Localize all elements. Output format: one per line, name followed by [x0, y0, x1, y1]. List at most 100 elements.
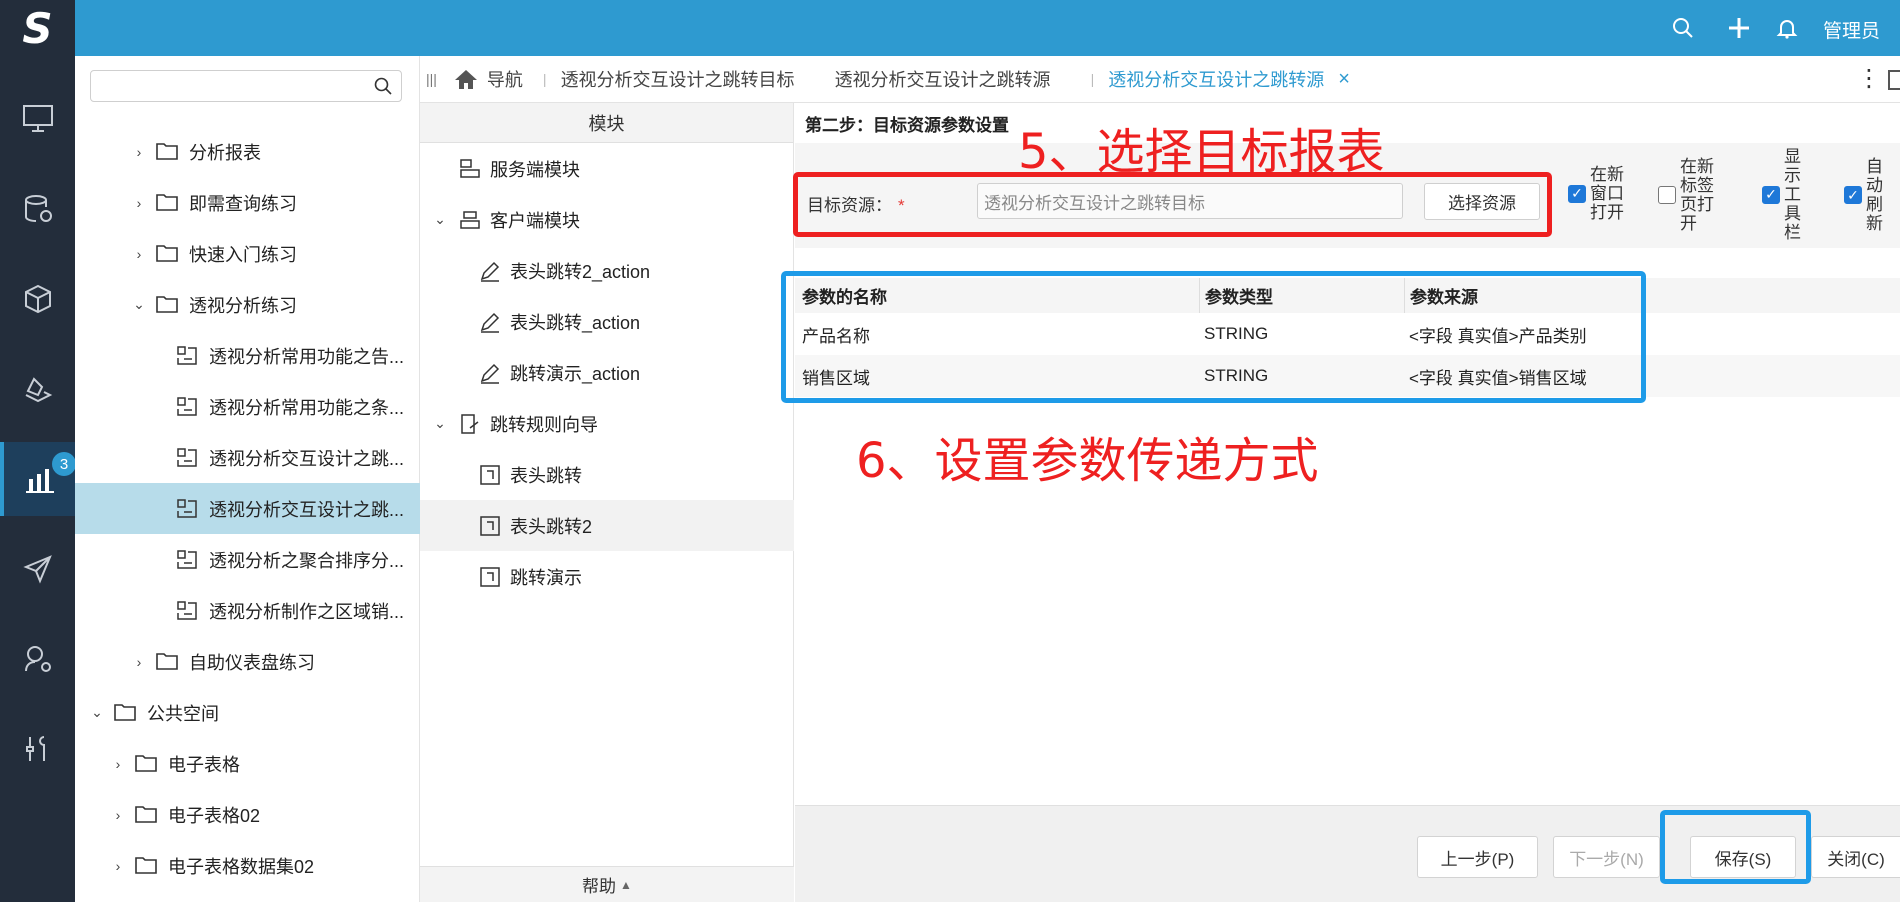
tab-bar: ||| 导航 | 透视分析交互设计之跳转目标 透视分析交互设计之跳转源 | 透视…	[420, 56, 1900, 103]
cube-icon[interactable]	[0, 262, 75, 336]
option-auto-refresh[interactable]: ✓ 自动刷新	[1844, 157, 1886, 233]
module-item[interactable]: 服务端模块	[420, 143, 794, 194]
tab-jump-source[interactable]: 透视分析交互设计之跳转源	[835, 66, 1051, 92]
tree-item-report[interactable]: 透视分析常用功能之条...	[75, 381, 420, 432]
module-item[interactable]: 跳转演示	[420, 551, 794, 602]
report-icon	[175, 548, 199, 572]
tree-item-folder[interactable]: › 电子表格	[75, 738, 420, 789]
tree-item-label: 分析报表	[189, 142, 261, 163]
help-toggle[interactable]: 帮助 ▲	[420, 866, 794, 902]
chevron-right-icon[interactable]: ›	[110, 807, 126, 823]
search-icon[interactable]	[1666, 11, 1700, 45]
module-item-label: 跳转演示	[510, 567, 582, 588]
chevron-down-icon[interactable]: ⌄	[131, 296, 147, 313]
add-icon[interactable]	[1722, 11, 1756, 45]
option-new-window[interactable]: ✓ 在新窗口打开	[1568, 165, 1624, 222]
report-icon	[175, 344, 199, 368]
module-item[interactable]: 表头跳转2_action	[420, 245, 794, 296]
chevron-down-icon[interactable]: ⌄	[432, 415, 448, 432]
option-new-tab[interactable]: 在新标签页打开	[1658, 157, 1714, 233]
option-show-toolbar[interactable]: ✓ 显示工具栏	[1762, 147, 1804, 242]
module-item[interactable]: 跳转演示_action	[420, 347, 794, 398]
collapse-handle-icon[interactable]: |||	[426, 71, 437, 87]
tree-item-report[interactable]: 透视分析交互设计之跳...	[75, 483, 420, 534]
user-menu[interactable]: 管理员	[1823, 16, 1880, 43]
tools-icon[interactable]	[0, 712, 75, 786]
tab-jump-source-active[interactable]: 透视分析交互设计之跳转源	[1108, 66, 1324, 92]
folder-icon	[155, 242, 179, 266]
database-settings-icon[interactable]	[0, 172, 75, 246]
tree-item-report[interactable]: 透视分析之聚合排序分...	[75, 534, 420, 585]
folder-icon	[155, 650, 179, 674]
module-item[interactable]: 表头跳转2	[420, 500, 794, 551]
chevron-right-icon[interactable]: ›	[110, 858, 126, 874]
chevron-down-icon[interactable]: ⌄	[432, 211, 448, 228]
module-item[interactable]: ⌄ 客户端模块	[420, 194, 794, 245]
server-module-icon	[458, 157, 482, 181]
analysis-chart-icon[interactable]: 3	[0, 442, 76, 516]
tree-item-folder[interactable]: › 分析报表	[75, 126, 420, 177]
module-item[interactable]: ⌄ 跳转规则向导	[420, 398, 794, 449]
checkbox-new-tab[interactable]	[1658, 186, 1676, 204]
tree-item-folder[interactable]: ›我的空间	[75, 891, 420, 902]
send-icon[interactable]	[0, 532, 75, 606]
checkbox-show-toolbar[interactable]: ✓	[1762, 185, 1780, 204]
chevron-right-icon[interactable]: ›	[110, 756, 126, 772]
folder-icon	[134, 803, 158, 827]
tab-home[interactable]: 导航	[453, 66, 523, 92]
tree-item-folder[interactable]: › 自助仪表盘练习	[75, 636, 420, 687]
checkbox-auto-refresh[interactable]: ✓	[1844, 186, 1862, 204]
tree-item-report[interactable]: 透视分析制作之区域销...	[75, 585, 420, 636]
tree-search-input[interactable]	[90, 70, 402, 102]
module-item[interactable]: 表头跳转_action	[420, 296, 794, 347]
tree-item-report[interactable]: 透视分析常用功能之告...	[75, 330, 420, 381]
jump-rule-icon	[478, 514, 502, 538]
app-logo[interactable]: S	[0, 0, 75, 56]
chevron-right-icon[interactable]: ›	[131, 654, 147, 670]
prev-step-button[interactable]: 上一步(P)	[1417, 836, 1538, 878]
search-icon[interactable]	[373, 76, 393, 96]
module-panel-header: 模块	[420, 103, 793, 143]
module-item-label: 表头跳转2_action	[510, 261, 651, 282]
option-label: 在新窗口打开	[1590, 165, 1624, 222]
bell-icon[interactable]	[1770, 11, 1804, 45]
tab-separator: |	[542, 71, 547, 87]
tree-item-label: 电子表格	[168, 754, 240, 775]
chevron-right-icon[interactable]: ›	[131, 195, 147, 211]
layers-icon[interactable]	[0, 352, 75, 426]
tree-item-folder[interactable]: › 即需查询练习	[75, 177, 420, 228]
action-pen-icon	[478, 310, 502, 334]
chevron-right-icon[interactable]: ›	[131, 144, 147, 160]
next-step-button[interactable]: 下一步(N)	[1553, 836, 1660, 878]
user-settings-icon[interactable]	[0, 622, 75, 696]
tree-item-report[interactable]: 透视分析交互设计之跳...	[75, 432, 420, 483]
checkbox-new-window[interactable]: ✓	[1568, 184, 1586, 203]
annotation-step6: 6、设置参数传递方式	[856, 433, 1319, 489]
tab-jump-target[interactable]: 透视分析交互设计之跳转目标	[561, 66, 795, 92]
tree-item-folder[interactable]: ⌄ 公共空间	[75, 687, 420, 738]
chevron-right-icon[interactable]: ›	[131, 246, 147, 262]
module-item[interactable]: 表头跳转	[420, 449, 794, 500]
jump-wizard-icon	[458, 412, 482, 436]
report-icon	[175, 599, 199, 623]
module-item-label: 表头跳转	[510, 465, 582, 486]
close-tab-icon[interactable]: ×	[1338, 68, 1350, 91]
monitor-icon[interactable]	[0, 82, 75, 156]
caret-up-icon: ▲	[620, 877, 632, 892]
folder-icon	[155, 140, 179, 164]
report-icon	[175, 395, 199, 419]
module-item-label: 表头跳转_action	[510, 312, 641, 333]
tree-item-folder[interactable]: › 快速入门练习	[75, 228, 420, 279]
tree-item-label: 电子表格数据集02	[168, 856, 315, 877]
close-button[interactable]: 关闭(C)	[1811, 836, 1900, 878]
client-module-icon	[458, 208, 482, 232]
folder-icon	[113, 701, 137, 725]
more-vertical-icon[interactable]: ⋮	[1857, 64, 1881, 93]
folder-icon	[134, 752, 158, 776]
chevron-down-icon[interactable]: ⌄	[89, 704, 105, 721]
tree-item-folder[interactable]: › 电子表格数据集02	[75, 840, 420, 891]
folder-icon	[155, 293, 179, 317]
tree-item-folder[interactable]: ⌄ 透视分析练习	[75, 279, 420, 330]
window-icon[interactable]	[1888, 70, 1900, 90]
tree-item-folder[interactable]: › 电子表格02	[75, 789, 420, 840]
